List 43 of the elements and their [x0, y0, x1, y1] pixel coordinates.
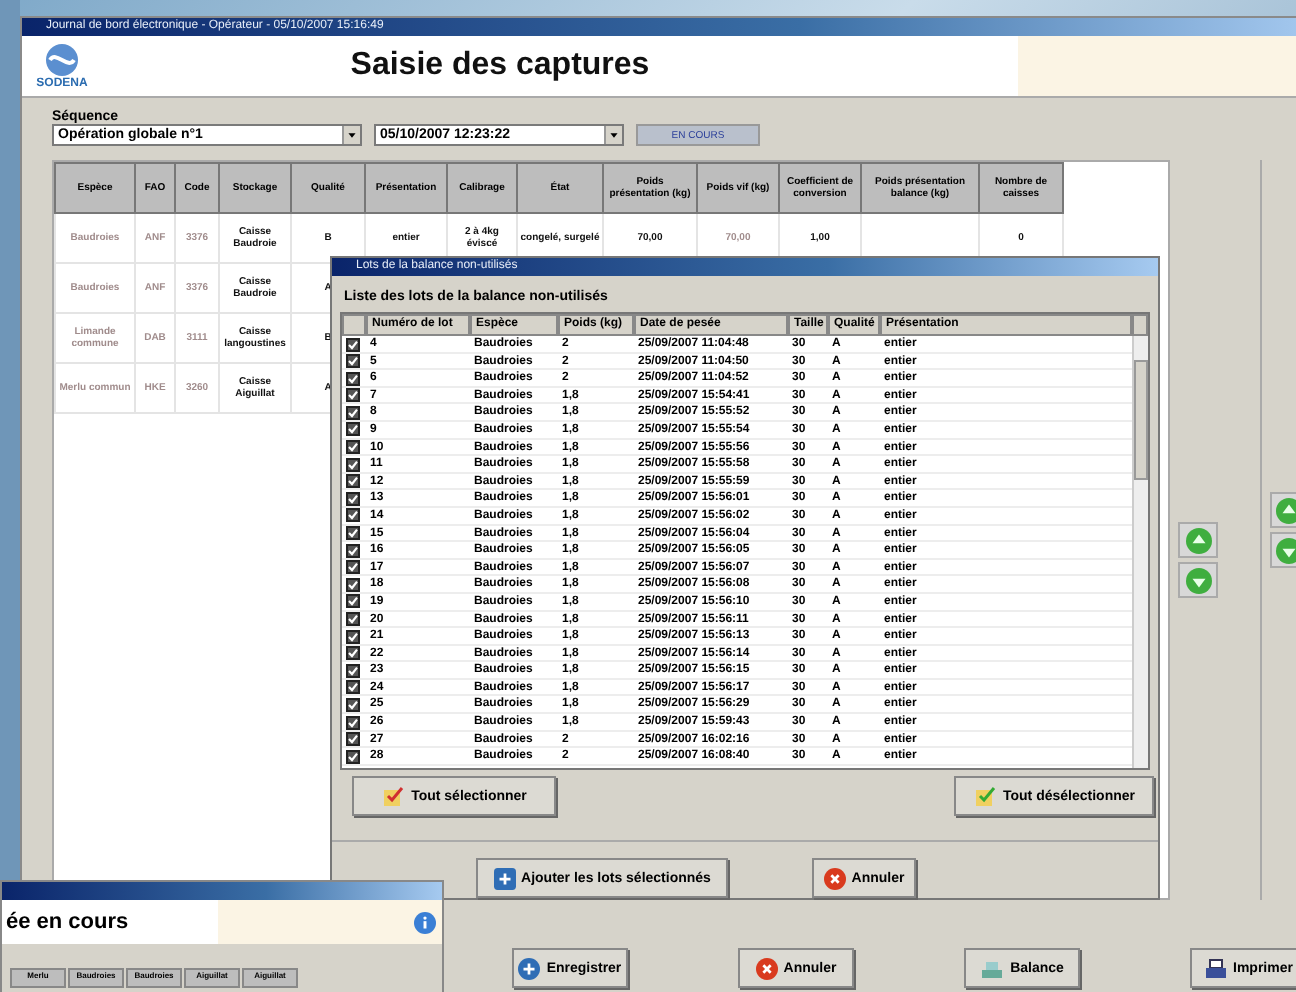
- checklist-icon: [973, 784, 997, 808]
- row-checkbox[interactable]: [346, 543, 360, 558]
- row-checkbox[interactable]: [346, 697, 360, 712]
- row-checkbox[interactable]: [346, 354, 360, 369]
- up-arrow-icon: [1276, 497, 1296, 523]
- row-checkbox[interactable]: [346, 405, 360, 420]
- logo-icon: [42, 42, 82, 78]
- row-checkbox[interactable]: [346, 612, 360, 626]
- row-checkbox[interactable]: [346, 491, 360, 506]
- column-header: [342, 314, 366, 336]
- cancel-icon: [755, 957, 778, 979]
- info-icon: [414, 911, 436, 933]
- row-checkbox[interactable]: [346, 732, 360, 747]
- row-checkbox[interactable]: [346, 646, 360, 661]
- row-checkbox[interactable]: [346, 337, 360, 351]
- scrollbar[interactable]: [1132, 336, 1148, 768]
- add-icon: [493, 867, 516, 889]
- row-checkbox[interactable]: [346, 474, 360, 489]
- printer-icon: [1203, 957, 1228, 979]
- scale-icon: [980, 957, 1005, 979]
- row-checkbox[interactable]: [346, 594, 360, 609]
- cancel-icon: [823, 867, 846, 889]
- window-heading: ée en cours: [4, 908, 131, 938]
- row-checkbox[interactable]: [346, 680, 360, 695]
- row-checkbox[interactable]: [346, 749, 360, 764]
- row-checkbox[interactable]: [346, 457, 360, 472]
- row-checkbox[interactable]: [346, 663, 360, 678]
- down-arrow-icon: [1276, 537, 1296, 563]
- row-checkbox[interactable]: [346, 440, 360, 455]
- move-up-button[interactable]: [1178, 522, 1219, 558]
- row-checkbox[interactable]: [346, 508, 360, 523]
- row-checkbox[interactable]: [346, 629, 360, 644]
- row-checkbox[interactable]: [346, 371, 360, 386]
- move-down-button[interactable]: [1178, 562, 1219, 598]
- row-checkbox[interactable]: [346, 560, 360, 575]
- page-title: Saisie des captures: [348, 46, 652, 86]
- save-icon: [518, 957, 541, 979]
- row-checkbox[interactable]: [346, 388, 360, 403]
- row-checkbox[interactable]: [346, 715, 360, 730]
- row-checkbox[interactable]: [346, 422, 360, 437]
- checklist-icon: [381, 784, 406, 808]
- row-checkbox[interactable]: [346, 526, 360, 541]
- row-checkbox[interactable]: [346, 577, 360, 592]
